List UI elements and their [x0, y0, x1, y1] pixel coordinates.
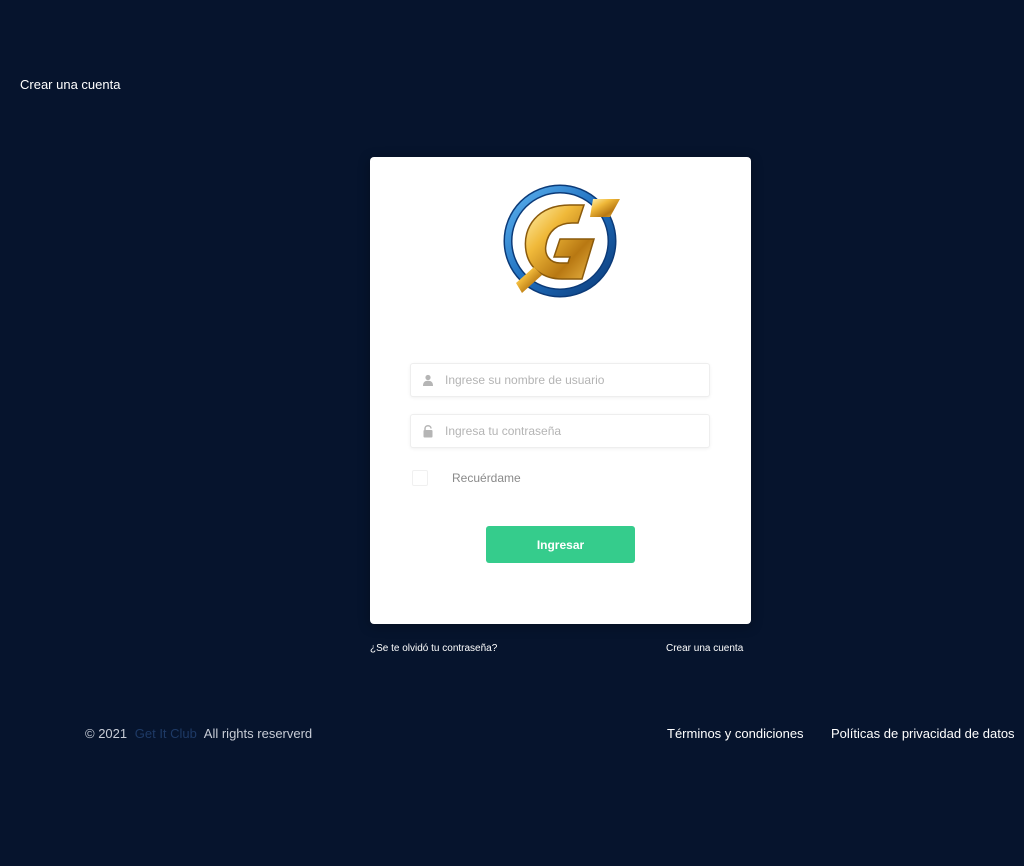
- rights-text: All rights reserverd: [203, 726, 313, 741]
- remember-me: Recuérdame: [412, 470, 521, 486]
- footer-brand-link[interactable]: Get It Club: [135, 726, 197, 741]
- password-input[interactable]: [445, 416, 695, 446]
- username-input[interactable]: [445, 365, 695, 395]
- password-field[interactable]: [410, 414, 710, 448]
- header-create-account-link[interactable]: Crear una cuenta: [20, 77, 120, 92]
- remember-checkbox[interactable]: [412, 470, 428, 486]
- copyright-year: © 2021: [85, 726, 128, 741]
- create-account-link[interactable]: Crear una cuenta: [666, 643, 743, 654]
- login-page: Crear una cuenta Ingrese su nombre de us…: [0, 0, 1024, 866]
- brand-logo: [503, 184, 620, 298]
- username-field[interactable]: [410, 363, 710, 397]
- login-button[interactable]: Ingresar: [486, 526, 635, 563]
- terms-link[interactable]: Términos y condiciones: [667, 726, 804, 741]
- forgot-password-link[interactable]: ¿Se te olvidó tu contraseña?: [370, 643, 497, 654]
- lock-icon: [411, 414, 445, 448]
- footer-copyright: © 2021 Get It Club All rights reserverd: [85, 726, 312, 741]
- remember-label: Recuérdame: [452, 471, 521, 485]
- privacy-link[interactable]: Políticas de privacidad de datos: [831, 726, 1024, 741]
- user-icon: [411, 363, 445, 397]
- login-card: Recuérdame Ingresar: [370, 157, 751, 624]
